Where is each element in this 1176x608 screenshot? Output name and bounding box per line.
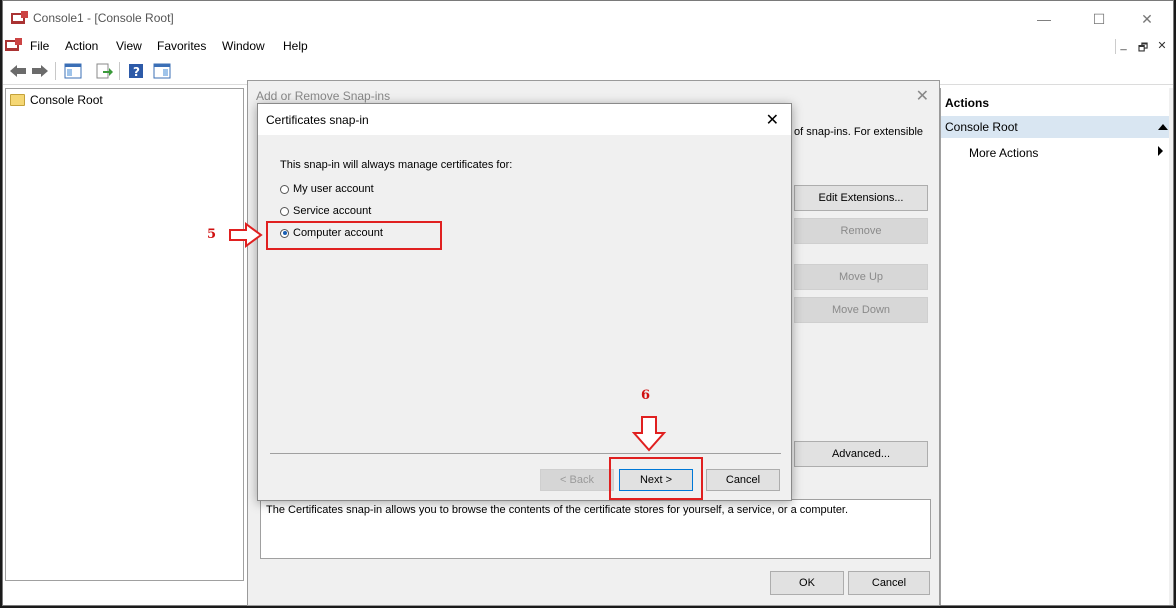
actions-pane: Actions Console Root More Actions bbox=[940, 88, 1173, 605]
menu-view[interactable]: View bbox=[116, 39, 142, 53]
menu-help[interactable]: Help bbox=[283, 39, 308, 53]
vertical-scrollbar[interactable] bbox=[1169, 88, 1173, 605]
move-up-button[interactable]: Move Up bbox=[794, 264, 928, 290]
radio-button[interactable] bbox=[280, 206, 289, 216]
back-button[interactable]: < Back bbox=[540, 469, 614, 491]
radio-label: Service account bbox=[293, 205, 372, 217]
more-actions-item[interactable]: More Actions bbox=[969, 146, 1038, 160]
show-hide-action-pane-icon[interactable] bbox=[151, 61, 173, 81]
menu-favorites[interactable]: Favorites bbox=[157, 39, 206, 53]
console-icon[interactable] bbox=[5, 38, 22, 53]
console-tree-pane: Console Root bbox=[5, 88, 244, 581]
dialog-title-bar: Certificates snap-in ✕ bbox=[258, 104, 791, 135]
certificates-snapin-dialog: Certificates snap-in ✕ This snap-in will… bbox=[257, 103, 792, 501]
help-icon[interactable]: ? bbox=[125, 61, 147, 81]
forward-arrow-icon[interactable] bbox=[29, 61, 51, 81]
step-6-label: 6 bbox=[641, 388, 651, 403]
mdi-minimize-button[interactable]: _ bbox=[1115, 39, 1131, 54]
close-button[interactable]: ✕ bbox=[1124, 7, 1170, 31]
dialog-title: Add or Remove Snap-ins bbox=[256, 89, 391, 103]
menu-bar: File Action View Favorites Window Help _… bbox=[3, 35, 1173, 57]
menu-window[interactable]: Window bbox=[222, 39, 265, 53]
mdi-restore-button[interactable]: 🗗 bbox=[1135, 39, 1151, 54]
actions-section-label: Console Root bbox=[945, 120, 1018, 134]
close-icon[interactable]: ✕ bbox=[766, 110, 779, 130]
collapse-caret-icon[interactable] bbox=[1158, 124, 1168, 130]
mdi-close-button[interactable]: ✕ bbox=[1154, 39, 1170, 54]
dialog-title: Certificates snap-in bbox=[266, 113, 369, 127]
submenu-arrow-icon bbox=[1158, 146, 1163, 156]
radio-button[interactable] bbox=[280, 184, 289, 194]
cancel-button[interactable]: Cancel bbox=[706, 469, 780, 491]
tree-node-label: Console Root bbox=[30, 93, 103, 107]
folder-icon bbox=[10, 94, 25, 106]
back-arrow-icon[interactable] bbox=[7, 61, 29, 81]
actions-header: Actions bbox=[945, 96, 990, 110]
advanced-button[interactable]: Advanced... bbox=[794, 441, 928, 467]
dialog-description-fragment: of snap-ins. For extensible bbox=[794, 126, 924, 138]
remove-button[interactable]: Remove bbox=[794, 218, 928, 244]
step-6-arrow-icon bbox=[631, 416, 667, 452]
move-down-button[interactable]: Move Down bbox=[794, 297, 928, 323]
actions-section-console-root[interactable]: Console Root bbox=[941, 116, 1173, 138]
menu-action[interactable]: Action bbox=[65, 39, 98, 53]
step-5-arrow-icon bbox=[229, 222, 263, 248]
menu-file[interactable]: File bbox=[30, 39, 49, 53]
export-list-icon[interactable] bbox=[93, 61, 115, 81]
ok-button[interactable]: OK bbox=[770, 571, 844, 595]
snapin-description: The Certificates snap-in allows you to b… bbox=[260, 499, 931, 559]
window-title: Console1 - [Console Root] bbox=[33, 11, 174, 25]
show-hide-console-tree-icon[interactable] bbox=[62, 61, 84, 81]
cancel-button[interactable]: Cancel bbox=[848, 571, 930, 595]
manage-prompt: This snap-in will always manage certific… bbox=[280, 159, 513, 171]
svg-text:?: ? bbox=[133, 65, 140, 79]
step-5-highlight-box bbox=[266, 221, 442, 250]
close-icon[interactable]: ✕ bbox=[916, 86, 929, 106]
radio-service-account[interactable]: Service account bbox=[280, 205, 371, 217]
tree-node-console-root[interactable]: Console Root bbox=[10, 93, 103, 107]
maximize-button[interactable]: ☐ bbox=[1076, 7, 1122, 31]
radio-my-user-account[interactable]: My user account bbox=[280, 183, 374, 195]
mmc-app-icon bbox=[11, 11, 28, 24]
dialog-divider bbox=[270, 453, 781, 454]
toolbar-separator bbox=[55, 62, 56, 80]
title-bar: Console1 - [Console Root] — ☐ ✕ bbox=[3, 1, 1173, 35]
edit-extensions-button[interactable]: Edit Extensions... bbox=[794, 185, 928, 211]
step-5-label: 5 bbox=[207, 227, 217, 242]
minimize-button[interactable]: — bbox=[1021, 7, 1067, 31]
radio-label: My user account bbox=[293, 183, 374, 195]
toolbar-separator bbox=[119, 62, 120, 80]
step-6-highlight-box bbox=[609, 457, 703, 500]
